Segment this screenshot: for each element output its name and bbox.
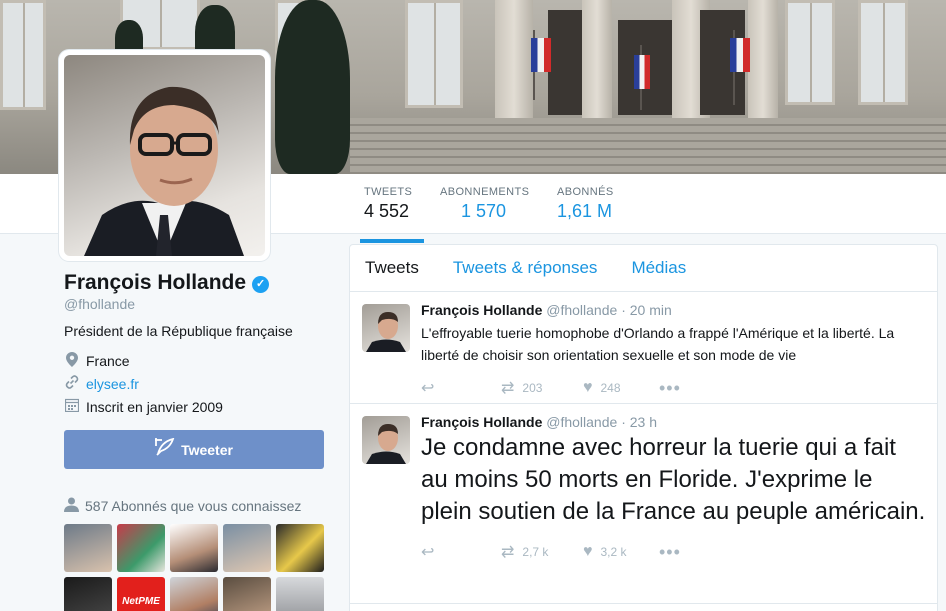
stat-tweets[interactable]: TWEETS 4 552 bbox=[359, 186, 425, 243]
verified-badge-icon: ✓ bbox=[252, 276, 270, 293]
more-dots-icon: ••• bbox=[659, 377, 681, 398]
follower-avatar[interactable] bbox=[117, 524, 165, 572]
timeline-tabs: Tweets Tweets & réponses Médias bbox=[350, 245, 937, 292]
like-count: 248 bbox=[600, 381, 621, 395]
website-link[interactable]: elysee.fr bbox=[86, 376, 139, 392]
followers-you-know[interactable]: 587 Abonnés que vous connaissez bbox=[64, 497, 301, 515]
heart-icon: ♥ bbox=[583, 379, 593, 396]
stat-label: ABONNÉS bbox=[557, 186, 614, 198]
profile-joined: Inscrit en janvier 2009 bbox=[64, 398, 223, 415]
tweet-button[interactable]: Tweeter bbox=[64, 430, 324, 469]
follower-avatar[interactable] bbox=[223, 577, 271, 611]
tweet-header: François Hollande @fhollande · 20 min bbox=[421, 302, 922, 318]
retweet-count: 203 bbox=[522, 381, 543, 395]
follower-avatar[interactable] bbox=[170, 577, 218, 611]
person-icon bbox=[64, 497, 79, 515]
tweet-timestamp[interactable]: 23 h bbox=[630, 414, 657, 430]
follower-avatar[interactable] bbox=[64, 577, 112, 611]
tweet-actions: ↩ ⇄ 203 ♥ 248 ••• bbox=[421, 370, 922, 406]
retweet-icon: ⇄ bbox=[501, 544, 515, 561]
portrait-illustration bbox=[84, 86, 244, 256]
tweet-author-name[interactable]: François Hollande bbox=[421, 302, 542, 318]
joined-text: Inscrit en janvier 2009 bbox=[86, 398, 223, 415]
retweet-count: 2,7 k bbox=[522, 545, 549, 559]
stat-value: 1,61 M bbox=[557, 201, 613, 221]
tab-tweets[interactable]: Tweets bbox=[365, 258, 419, 278]
tweet-header: François Hollande @fhollande · 23 h bbox=[421, 414, 922, 430]
compose-quill-icon bbox=[155, 437, 175, 461]
retweet-icon: ⇄ bbox=[501, 380, 515, 397]
reply-icon: ↩ bbox=[421, 544, 435, 561]
stat-label: ABONNEMENTS bbox=[440, 186, 530, 198]
retweet-button[interactable]: ⇄ 2,7 k bbox=[501, 542, 583, 562]
follower-avatar[interactable] bbox=[276, 524, 324, 572]
tweet-author-handle[interactable]: @fhollande bbox=[546, 302, 617, 318]
like-button[interactable]: ♥ 248 bbox=[583, 379, 659, 397]
like-button[interactable]: ♥ 3,2 k bbox=[583, 543, 659, 561]
tweet-text: L'effroyable tuerie homophobe d'Orlando … bbox=[421, 325, 895, 363]
profile-bio: Président de la République française bbox=[64, 323, 293, 339]
profile-website: elysee.fr bbox=[64, 375, 139, 392]
tweet-avatar[interactable] bbox=[362, 416, 410, 464]
followers-avatar-grid: NetPME bbox=[64, 524, 328, 611]
timeline: Tweets Tweets & réponses Médias François… bbox=[349, 244, 938, 611]
reply-icon: ↩ bbox=[421, 380, 435, 397]
calendar-icon bbox=[64, 398, 80, 415]
tab-tweets-replies[interactable]: Tweets & réponses bbox=[453, 258, 598, 278]
tweet-author-handle[interactable]: @fhollande bbox=[546, 414, 617, 430]
reply-button[interactable]: ↩ bbox=[421, 542, 501, 562]
tweet-author-name[interactable]: François Hollande bbox=[421, 414, 542, 430]
profile-name-text: François Hollande bbox=[64, 271, 247, 294]
tab-media[interactable]: Médias bbox=[631, 258, 686, 278]
tweet-actions: ↩ ⇄ 2,7 k ♥ 3,2 k ••• bbox=[421, 534, 922, 570]
more-dots-icon: ••• bbox=[659, 541, 681, 562]
location-text: France bbox=[86, 353, 130, 369]
profile-location: France bbox=[64, 352, 130, 370]
retweet-button[interactable]: ⇄ 203 bbox=[501, 378, 583, 398]
more-button[interactable]: ••• bbox=[659, 542, 689, 563]
reply-button[interactable]: ↩ bbox=[421, 378, 501, 398]
heart-icon: ♥ bbox=[583, 543, 593, 560]
like-count: 3,2 k bbox=[600, 545, 627, 559]
follower-avatar[interactable] bbox=[170, 524, 218, 572]
follower-avatar[interactable] bbox=[64, 524, 112, 572]
tweet-separator: · bbox=[621, 414, 626, 430]
followers-you-know-text: 587 Abonnés que vous connaissez bbox=[85, 498, 302, 514]
link-icon bbox=[64, 375, 80, 392]
profile-handle[interactable]: @fhollande bbox=[64, 296, 135, 312]
follower-avatar[interactable] bbox=[276, 577, 324, 611]
location-pin-icon bbox=[64, 352, 80, 370]
follower-avatar[interactable] bbox=[223, 524, 271, 572]
tweet-text: Je condamne avec horreur la tuerie qui a… bbox=[421, 434, 926, 525]
more-button[interactable]: ••• bbox=[659, 378, 689, 399]
stat-value: 4 552 bbox=[364, 201, 410, 221]
tweet-item[interactable]: François Hollande @fhollande · 23 h Je c… bbox=[350, 404, 937, 604]
tweet-timestamp[interactable]: 20 min bbox=[630, 302, 672, 318]
tweet-item[interactable]: François Hollande @fhollande · 20 min L'… bbox=[350, 292, 937, 404]
avatar-photo bbox=[64, 55, 265, 256]
tweet-avatar[interactable] bbox=[362, 304, 410, 352]
stat-following[interactable]: ABONNEMENTS 1 570 bbox=[440, 186, 529, 222]
follower-avatar-netpme[interactable]: NetPME bbox=[117, 577, 165, 611]
netpme-logo-text: NetPME bbox=[122, 595, 160, 607]
stat-followers[interactable]: ABONNÉS 1,61 M bbox=[557, 186, 614, 222]
profile-avatar[interactable] bbox=[59, 50, 270, 261]
profile-name[interactable]: François Hollande ✓ bbox=[64, 271, 270, 295]
tweet-button-label: Tweeter bbox=[181, 441, 233, 458]
stat-label: TWEETS bbox=[364, 186, 413, 198]
stat-value: 1 570 bbox=[461, 201, 507, 221]
tweet-separator: · bbox=[621, 302, 626, 318]
